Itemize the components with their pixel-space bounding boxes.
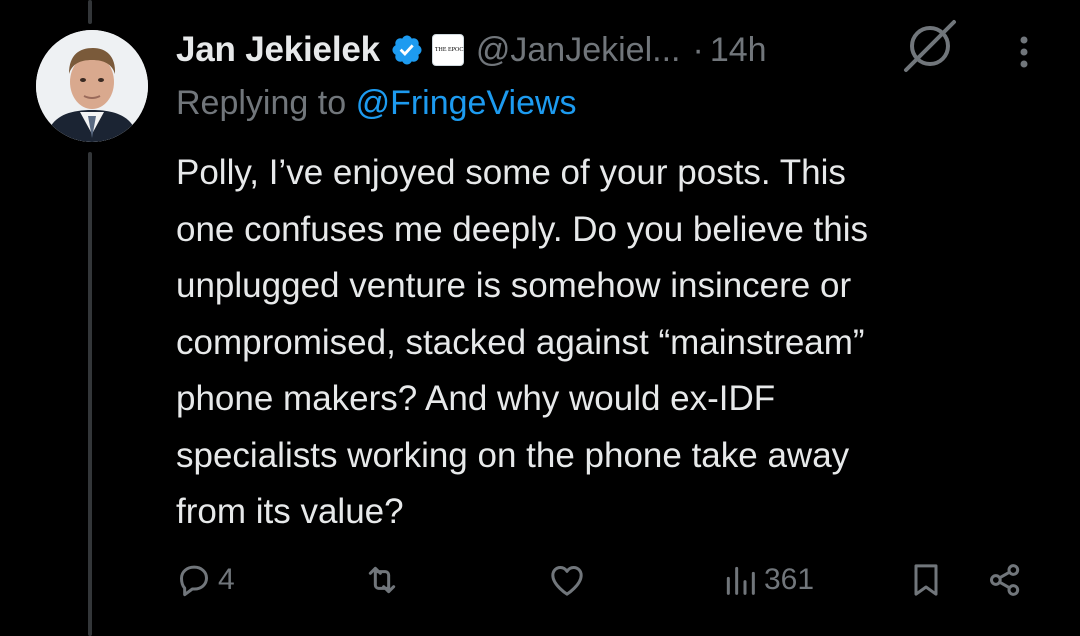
repost-icon	[368, 566, 396, 594]
repost-button[interactable]	[360, 560, 408, 600]
share-icon	[990, 564, 1020, 596]
timestamp[interactable]: 14h	[710, 31, 767, 70]
share-button[interactable]	[984, 560, 1026, 600]
grok-icon[interactable]	[900, 16, 960, 81]
separator-dot: ·	[692, 30, 704, 69]
handle[interactable]: @JanJekiel...	[476, 31, 681, 70]
views-button[interactable]: 361	[720, 560, 814, 600]
reply-icon	[180, 565, 208, 597]
reply-button[interactable]: 4	[174, 560, 235, 600]
views-icon	[726, 566, 755, 595]
like-button[interactable]	[546, 560, 592, 600]
thread-line-top	[88, 0, 92, 24]
tweet-header: Jan Jekielek THE EPOCH TIMES @JanJekiel.…	[176, 22, 767, 78]
avatar[interactable]	[36, 30, 148, 142]
bookmark-icon	[914, 564, 938, 596]
verified-badge-icon[interactable]	[390, 33, 424, 67]
action-bar: 4 361	[0, 556, 1080, 606]
bookmark-button[interactable]	[906, 560, 946, 600]
replying-to-label: Replying to	[176, 84, 347, 122]
reply-count: 4	[218, 563, 235, 596]
tweet-text: Polly, I’ve enjoyed some of your posts. …	[176, 153, 868, 531]
display-name[interactable]: Jan Jekielek	[176, 30, 380, 70]
more-icon[interactable]	[1010, 34, 1038, 79]
replying-to-handle[interactable]: @FringeViews	[356, 84, 577, 122]
view-count: 361	[764, 563, 815, 596]
affiliate-badge-text: THE EPOCH TIMES	[434, 46, 488, 53]
like-icon	[551, 566, 583, 596]
affiliate-badge[interactable]: THE EPOCH TIMES	[431, 34, 488, 66]
replying-to: Replying to @FringeViews	[176, 84, 577, 123]
